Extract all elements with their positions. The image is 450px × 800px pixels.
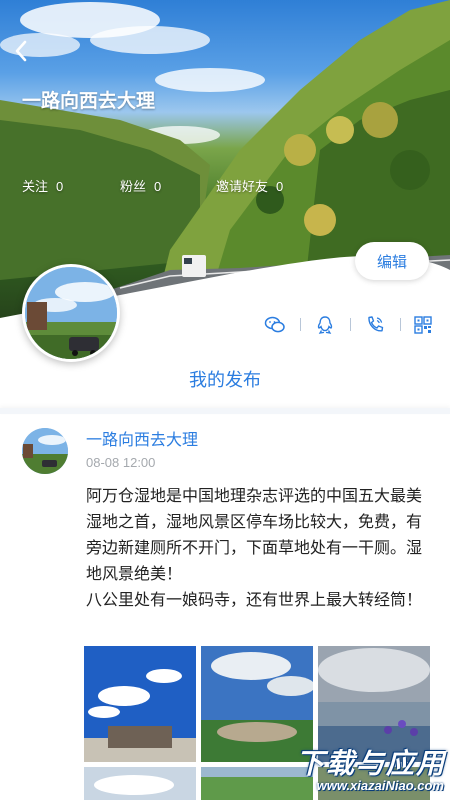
watermark-url: www.xiazaiNiao.com xyxy=(316,778,444,793)
share-separator xyxy=(350,318,351,331)
edit-profile-button[interactable]: 编辑 xyxy=(355,242,429,280)
watermark: 下载与应用 www.xiazaiNiao.com xyxy=(272,742,450,800)
avatar-image xyxy=(22,428,68,474)
profile-avatar[interactable] xyxy=(22,264,120,362)
post-author-name[interactable]: 一路向西去大理 xyxy=(86,426,198,450)
post-timestamp: 08-08 12:00 xyxy=(86,455,156,470)
post-author-avatar[interactable] xyxy=(22,428,68,474)
section-divider xyxy=(0,408,450,414)
post-content: 阿万仓湿地是中国地理杂志评选的中国五大最美湿地之首，湿地风景区停车场比较大，免费… xyxy=(86,488,423,609)
share-separator xyxy=(300,318,301,331)
wechat-icon[interactable] xyxy=(264,314,286,336)
phone-icon[interactable] xyxy=(364,314,386,336)
qq-icon[interactable] xyxy=(314,314,336,336)
share-separator xyxy=(400,318,401,331)
watermark-main-text: 下载与应用 xyxy=(295,748,446,779)
post-photo[interactable] xyxy=(84,767,196,800)
qrcode-icon[interactable] xyxy=(412,314,434,336)
share-icons-row xyxy=(262,314,434,336)
post-photo[interactable] xyxy=(84,646,196,762)
my-posts-title: 我的发布 xyxy=(189,370,261,390)
